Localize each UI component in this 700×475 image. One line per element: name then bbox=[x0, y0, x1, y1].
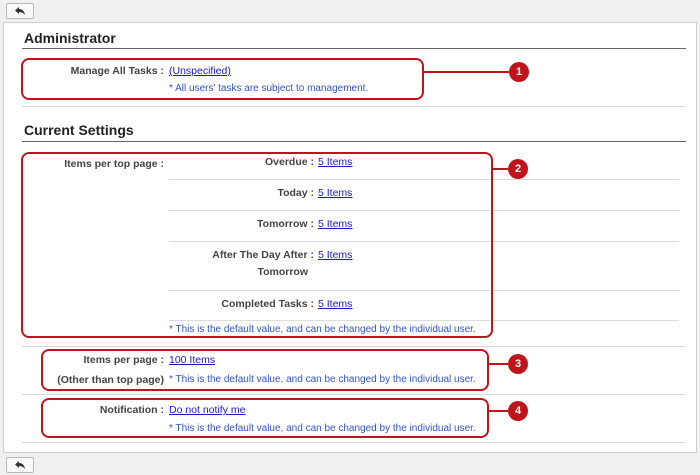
callout-badge-1: 1 bbox=[509, 62, 529, 82]
administrator-title: Administrator bbox=[24, 30, 116, 46]
callout-box-3 bbox=[41, 349, 489, 391]
callout-badge-4: 4 bbox=[508, 401, 528, 421]
row-divider bbox=[22, 394, 686, 395]
row-divider bbox=[22, 442, 686, 443]
callout-leader-3 bbox=[489, 363, 508, 365]
callout-leader-2 bbox=[493, 168, 508, 170]
back-button[interactable] bbox=[6, 3, 34, 19]
top-toolbar bbox=[0, 0, 700, 22]
row-divider bbox=[22, 106, 686, 107]
administrator-divider bbox=[22, 48, 686, 49]
callout-badge-2: 2 bbox=[508, 159, 528, 179]
bottom-toolbar bbox=[0, 454, 700, 475]
callout-box-4 bbox=[41, 398, 489, 438]
callout-box-1 bbox=[21, 58, 424, 100]
back-button-bottom[interactable] bbox=[6, 457, 34, 473]
settings-panel: Administrator Manage All Tasks : (Unspec… bbox=[3, 22, 697, 453]
callout-leader-4 bbox=[489, 410, 508, 412]
back-arrow-icon bbox=[15, 7, 25, 15]
current-settings-divider bbox=[22, 141, 686, 142]
callout-leader-1 bbox=[424, 71, 509, 73]
current-settings-title: Current Settings bbox=[24, 122, 134, 138]
back-arrow-icon bbox=[15, 461, 25, 469]
callout-box-2 bbox=[21, 152, 493, 338]
callout-badge-3: 3 bbox=[508, 354, 528, 374]
row-divider bbox=[22, 346, 686, 347]
